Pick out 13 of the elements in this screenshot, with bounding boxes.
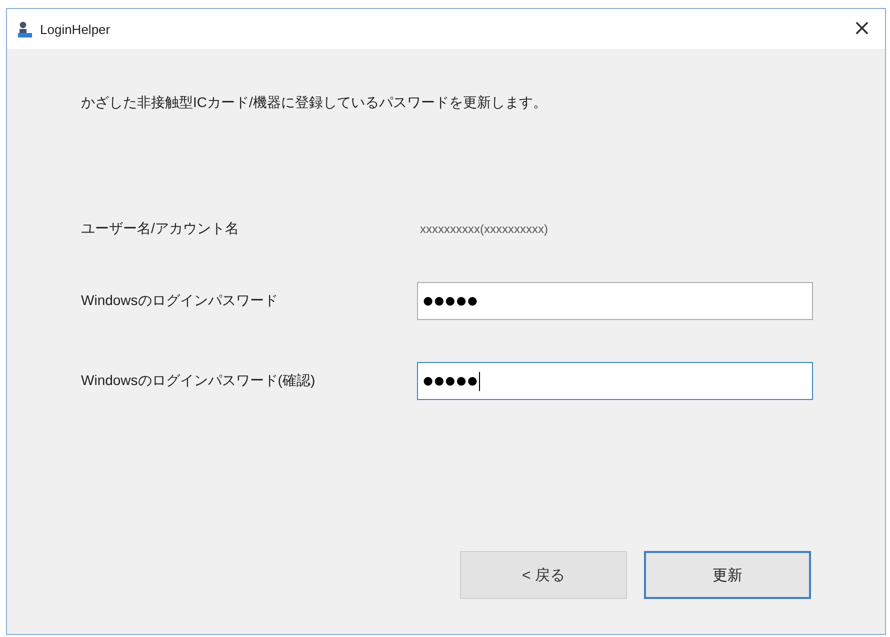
field-label: Windowsのログインパスワード — [81, 292, 279, 310]
update-button[interactable]: 更新 — [644, 551, 811, 599]
window-title: LoginHelper — [40, 22, 112, 36]
back-button[interactable]: < 戻る — [460, 551, 627, 599]
password-field[interactable]: ●●●●● — [417, 282, 813, 320]
field-label: Windowsのログインパスワード(確認) — [81, 372, 316, 390]
username-value: xxxxxxxxxx(xxxxxxxxxx) — [419, 222, 549, 236]
user-icon — [18, 20, 32, 38]
instruction-text: かざした非接触型ICカード/機器に登録しているパスワードを更新します。 — [81, 93, 548, 112]
field-label: ユーザー名/アカウント名 — [81, 220, 240, 238]
close-button[interactable]: × — [839, 9, 885, 49]
text-cursor-icon — [479, 372, 480, 390]
password-field[interactable]: ●●●●● — [417, 362, 813, 400]
